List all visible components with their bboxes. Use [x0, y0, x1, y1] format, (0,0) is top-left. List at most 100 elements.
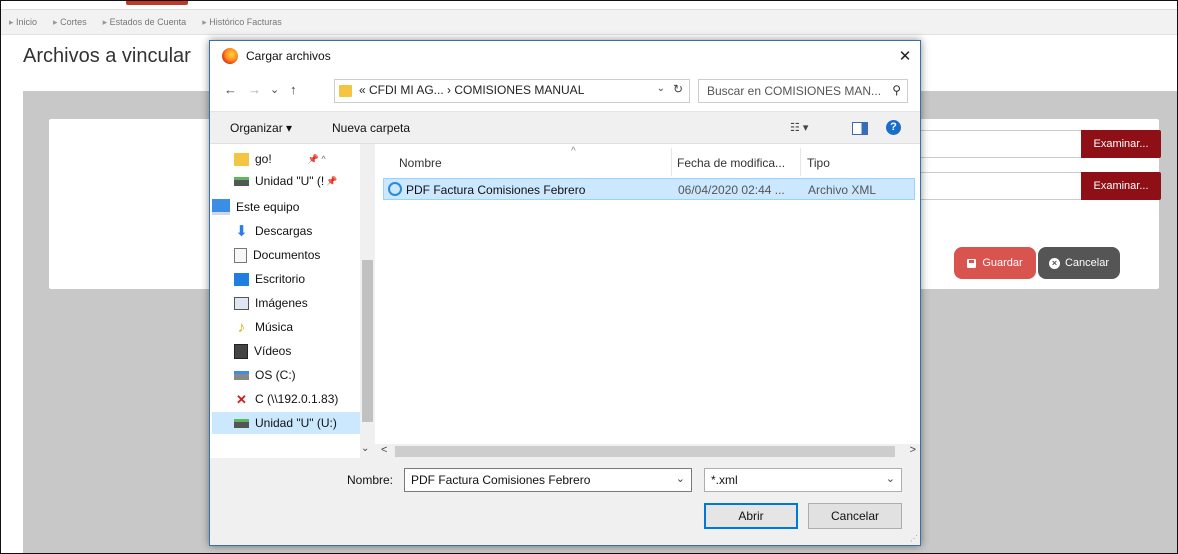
nav-item-escritorio[interactable]: Escritorio [234, 268, 374, 290]
column-divider[interactable] [671, 148, 672, 176]
view-options-icon[interactable]: ☷ ▾ [790, 121, 808, 134]
nav-item-label: Vídeos [254, 344, 292, 358]
table-row[interactable]: PDF Factura Comisiones Febrero 06/04/202… [383, 178, 915, 200]
file-type-select[interactable]: *.xml ⌄ [704, 468, 902, 492]
forward-arrow-icon[interactable]: → [248, 82, 261, 97]
examinar-button-2[interactable]: Examinar... [1081, 172, 1161, 200]
resize-grip-icon[interactable]: ⋰ [910, 534, 918, 543]
dialog-content: go! 📌 ^ Unidad "U" (! 📌 Este equipo ⬇ De… [210, 143, 920, 459]
nav-item-unidad-u-pinned[interactable]: Unidad "U" (! 📌 [234, 170, 374, 192]
nav-item-videos[interactable]: Vídeos [234, 340, 374, 362]
column-fecha[interactable]: Fecha de modifica... [677, 156, 785, 170]
back-arrow-icon[interactable]: ← [224, 82, 237, 97]
nav-item-label: Escritorio [255, 272, 306, 286]
cancelar-button[interactable]: × Cancelar [1038, 247, 1120, 279]
nav-item-label: Música [255, 320, 294, 334]
nav-item-go[interactable]: go! 📌 ^ [234, 148, 374, 170]
new-folder-button[interactable]: Nueva carpeta [332, 121, 410, 135]
brand-accent [126, 1, 188, 5]
scroll-down-arrow[interactable]: ⌄ [361, 443, 369, 454]
chevron-down-icon[interactable]: ⌄ [886, 472, 895, 485]
page-title: Archivos a vincular [23, 45, 191, 67]
search-placeholder[interactable]: Buscar en COMISIONES MAN... [707, 84, 881, 98]
nav-item-c-network[interactable]: ✕ C (\\192.0.1.83) [234, 388, 374, 410]
dialog-footer: Nombre: PDF Factura Comisiones Febrero ⌄… [210, 458, 920, 545]
file-input-2[interactable] [911, 172, 1082, 200]
preview-pane-icon[interactable] [852, 122, 868, 135]
scroll-left-arrow[interactable]: < [381, 444, 387, 456]
computer-icon [212, 199, 230, 215]
pictures-icon [234, 296, 249, 310]
downloads-icon: ⬇ [235, 222, 248, 240]
cancel-button[interactable]: Cancelar [808, 503, 902, 529]
network-drive-icon [234, 176, 249, 186]
file-date: 06/04/2020 02:44 ... [678, 183, 785, 197]
file-type: Archivo XML [808, 183, 877, 197]
nav-item-label: go! [255, 152, 272, 166]
close-circle-icon: × [1048, 257, 1060, 269]
address-bar[interactable]: « CFDI MI AG... › COMISIONES MANUAL ⌄ ↻ [334, 79, 690, 103]
file-list: Nombre ^ Fecha de modifica... Tipo PDF F… [375, 144, 920, 459]
nav-item-label: C (\\192.0.1.83) [255, 392, 339, 406]
pin-icon: 📌 ^ [307, 153, 326, 164]
breadcrumb-estados-de-cuenta[interactable]: Estados de Cuenta [103, 17, 187, 28]
nav-item-os-c[interactable]: OS (C:) [234, 364, 374, 386]
up-arrow-icon[interactable]: ↑ [290, 82, 297, 97]
browser-page: Inicio Cortes Estados de Cuenta Históric… [0, 0, 1178, 554]
filename-value[interactable]: PDF Factura Comisiones Febrero [411, 473, 590, 487]
open-button[interactable]: Abrir [704, 503, 798, 529]
nav-item-label: Unidad "U" (U:) [255, 416, 337, 430]
save-icon [967, 258, 977, 268]
help-icon[interactable]: ? [886, 120, 901, 135]
documents-icon [234, 247, 247, 263]
chevron-down-icon[interactable]: ⌄ [657, 83, 665, 94]
address-path[interactable]: « CFDI MI AG... › COMISIONES MANUAL [359, 83, 584, 97]
nav-item-documentos[interactable]: Documentos [234, 244, 374, 266]
column-nombre[interactable]: Nombre [399, 156, 442, 170]
close-icon[interactable]: ✕ [890, 41, 920, 71]
refresh-icon[interactable]: ↻ [673, 82, 683, 96]
file-list-h-scrollbar[interactable]: < > [375, 444, 920, 459]
breadcrumb-cortes[interactable]: Cortes [53, 17, 87, 28]
folder-icon [339, 85, 352, 97]
file-type-value[interactable]: *.xml [711, 473, 738, 487]
chevron-down-icon[interactable]: ⌄ [676, 472, 685, 485]
examinar-button-1[interactable]: Examinar... [1081, 130, 1161, 158]
search-icon[interactable]: ⚲ [892, 83, 901, 97]
nav-item-descargas[interactable]: ⬇ Descargas [234, 220, 374, 242]
column-divider[interactable] [800, 148, 801, 176]
breadcrumb-inicio[interactable]: Inicio [9, 17, 37, 28]
nav-item-musica[interactable]: ♪ Música [234, 316, 374, 338]
top-header-strip [1, 1, 1177, 9]
file-open-dialog: Cargar archivos ✕ ← → ⌄ ↑ « CFDI MI AG..… [209, 40, 921, 546]
navigation-pane: go! 📌 ^ Unidad "U" (! 📌 Este equipo ⬇ De… [210, 144, 375, 459]
desktop-icon [234, 272, 249, 286]
nav-item-label: Este equipo [236, 200, 300, 214]
dialog-titlebar[interactable]: Cargar archivos ✕ [210, 41, 920, 71]
sort-indicator-icon: ^ [571, 146, 576, 157]
nav-item-label: Descargas [255, 224, 313, 238]
dialog-toolbar: Organizar ▾ Nueva carpeta ☷ ▾ ? [210, 113, 920, 143]
breadcrumb-historico-facturas[interactable]: Histórico Facturas [202, 17, 282, 28]
file-name: PDF Factura Comisiones Febrero [406, 183, 586, 197]
guardar-button[interactable]: Guardar [954, 247, 1036, 279]
h-scroll-thumb[interactable] [395, 446, 895, 457]
nav-item-este-equipo[interactable]: Este equipo [212, 196, 352, 218]
filename-input[interactable]: PDF Factura Comisiones Febrero ⌄ [404, 468, 692, 492]
column-tipo[interactable]: Tipo [807, 156, 830, 170]
nav-item-label: OS (C:) [255, 368, 296, 382]
nav-item-imagenes[interactable]: Imágenes [234, 292, 374, 314]
dialog-title: Cargar archivos [246, 49, 331, 63]
organize-menu[interactable]: Organizar ▾ [230, 121, 292, 135]
recent-locations-icon[interactable]: ⌄ [270, 83, 279, 96]
search-box[interactable]: Buscar en COMISIONES MAN... ⚲ [698, 79, 908, 103]
file-input-1[interactable] [911, 130, 1082, 158]
cancelar-label: Cancelar [1064, 257, 1110, 269]
guardar-label: Guardar [982, 257, 1023, 269]
drive-icon [234, 370, 249, 380]
filename-label: Nombre: [347, 473, 394, 487]
nav-pane-scroll-thumb[interactable] [362, 260, 373, 422]
ie-document-icon [388, 182, 402, 196]
scroll-right-arrow[interactable]: > [910, 444, 916, 456]
nav-item-unidad-u[interactable]: Unidad "U" (U:) [212, 412, 372, 434]
